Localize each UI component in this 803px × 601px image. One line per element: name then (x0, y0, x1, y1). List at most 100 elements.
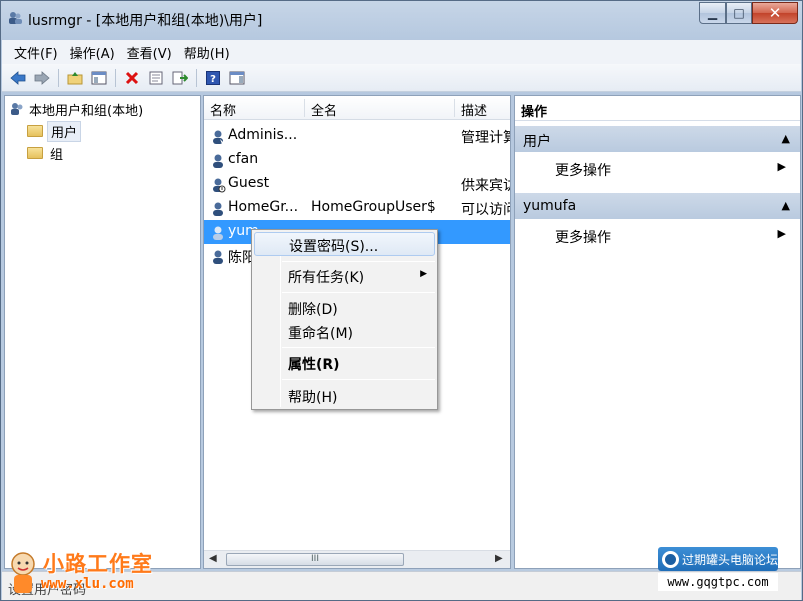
back-button[interactable] (7, 67, 29, 89)
forum-url: www.gqgtpc.com (658, 573, 778, 591)
submenu-arrow-icon: ▶ (420, 269, 427, 279)
tree-item-groups-label: 组 (50, 147, 64, 163)
folder-icon (27, 125, 43, 137)
ctx-item-label: 属性(R) (288, 357, 340, 373)
maximize-button[interactable]: □ (726, 2, 752, 24)
user-icon (213, 202, 223, 216)
mascot-logo-icon (11, 552, 35, 593)
ctx-all-tasks[interactable]: 所有任务(K) ▶ (254, 264, 435, 288)
user-icon (213, 250, 223, 264)
action-more-yumufa[interactable]: 更多操作 ▶ (515, 223, 800, 249)
watermark-right: 过期罐头电脑论坛 www.gqgtpc.com (658, 547, 778, 593)
toolbar-separator (58, 68, 59, 87)
table-row[interactable]: cfan (204, 148, 510, 172)
ctx-properties[interactable]: 属性(R) (254, 351, 435, 375)
tree-item-users[interactable]: 用户 (27, 120, 82, 142)
scroll-left-icon[interactable]: ◀ (209, 553, 217, 564)
show-action-pane-icon (229, 71, 245, 84)
ctx-item-label: 帮助(H) (288, 390, 338, 406)
action-group-users[interactable]: 用户 ▲ (515, 126, 800, 152)
minimize-icon: ▁ (707, 6, 718, 20)
export-icon (172, 71, 188, 84)
close-icon: ✕ (768, 4, 782, 22)
submenu-arrow-icon: ▶ (777, 160, 786, 173)
computer-users-icon (11, 103, 23, 115)
mmc-window: lusrmgr - [本地用户和组(本地)\用户] ▁ □ ✕ 文件(F) 操作… (0, 0, 803, 601)
ctx-item-label: 删除(D) (288, 302, 338, 318)
cell-name: Guest (228, 175, 270, 191)
column-divider[interactable] (304, 99, 305, 117)
ctx-help[interactable]: 帮助(H) (254, 384, 435, 408)
toolbar-separator (196, 68, 197, 87)
menu-help[interactable]: 帮助(H) (178, 43, 236, 62)
watermark-url: www.xlu.com (41, 576, 134, 592)
tree-item-groups[interactable]: 组 (27, 143, 63, 163)
cell-fullname: HomeGroupUser$ (311, 199, 436, 215)
action-pane: 操作 用户 ▲ 更多操作 ▶ yumufa ▲ 更多操作 ▶ (514, 95, 801, 569)
help-button[interactable]: ? (202, 67, 224, 89)
scrollbar-thumb[interactable]: III (226, 553, 404, 566)
console-tree: 本地用户和组(本地) 用户 组 (4, 95, 201, 569)
menu-action[interactable]: 操作(A) (64, 43, 121, 62)
horizontal-scrollbar[interactable]: ◀ III ▶ (204, 550, 510, 568)
folder-icon (27, 147, 43, 159)
forward-button[interactable] (31, 67, 53, 89)
ctx-separator (282, 261, 435, 262)
export-button[interactable] (169, 67, 191, 89)
forum-badge: 过期罐头电脑论坛 (658, 547, 778, 571)
maximize-icon: □ (733, 6, 745, 20)
title-bar[interactable]: lusrmgr - [本地用户和组(本地)\用户] ▁ □ ✕ (1, 1, 802, 39)
watermark-left: 小路工作室 www.xlu.com (3, 548, 163, 600)
collapse-icon[interactable]: ▲ (782, 132, 790, 145)
ctx-set-password[interactable]: 设置密码(S)... (254, 232, 435, 256)
svg-text:?: ? (210, 74, 216, 85)
ctx-separator (282, 379, 435, 380)
column-header-description[interactable]: 描述 (461, 100, 487, 119)
ctx-item-label: 重命名(M) (288, 326, 354, 342)
show-action-pane-button[interactable] (226, 67, 248, 89)
cell-name: cfan (228, 151, 259, 167)
ctx-separator (282, 292, 435, 293)
submenu-arrow-icon: ▶ (777, 227, 786, 240)
tree-root[interactable]: 本地用户和组(本地) (9, 99, 143, 119)
user-icon (213, 130, 224, 144)
column-divider[interactable] (454, 99, 455, 117)
users-app-icon (9, 12, 22, 24)
delete-button[interactable] (121, 67, 143, 89)
cell-name: HomeGr... (228, 199, 299, 215)
action-pane-title: 操作 (515, 96, 800, 121)
show-tree-button[interactable] (88, 67, 110, 89)
menu-view[interactable]: 查看(V) (121, 43, 178, 62)
action-more-users[interactable]: 更多操作 ▶ (515, 156, 800, 182)
menu-bar: 文件(F) 操作(A) 查看(V) 帮助(H) (2, 40, 801, 64)
ctx-delete[interactable]: 删除(D) (254, 296, 435, 320)
table-row[interactable]: Adminis... 管理计算 (204, 124, 510, 148)
forward-icon (34, 70, 50, 85)
cell-description: 可以访问 (461, 202, 510, 218)
properties-button[interactable] (145, 67, 167, 89)
action-group-yumufa[interactable]: yumufa ▲ (515, 193, 800, 219)
cell-description: 供来宾访 (461, 178, 510, 194)
table-row[interactable]: HomeGr... HomeGroupUser$ 可以访问 (204, 196, 510, 220)
properties-icon (149, 71, 163, 84)
column-header-fullname[interactable]: 全名 (311, 100, 337, 119)
window-title: lusrmgr - [本地用户和组(本地)\用户] (28, 13, 263, 29)
close-button[interactable]: ✕ (752, 2, 798, 24)
action-group-label: 用户 (523, 134, 551, 150)
tree-item-users-label: 用户 (47, 120, 82, 142)
action-item-label: 更多操作 (555, 163, 611, 179)
up-folder-button[interactable] (64, 67, 86, 89)
menu-file[interactable]: 文件(F) (8, 43, 64, 62)
ctx-rename[interactable]: 重命名(M) (254, 320, 435, 344)
toolbar-separator (115, 68, 116, 87)
forum-logo-icon (662, 550, 679, 568)
show-tree-icon (91, 71, 107, 84)
collapse-icon[interactable]: ▲ (782, 199, 790, 212)
table-row[interactable]: Guest 供来宾访 (204, 172, 510, 196)
scroll-right-icon[interactable]: ▶ (495, 553, 503, 564)
action-group-label: yumufa (523, 198, 577, 214)
minimize-button[interactable]: ▁ (699, 2, 726, 24)
column-header-name[interactable]: 名称 (210, 100, 236, 119)
user-icon (213, 154, 223, 168)
caption-buttons: ▁ □ ✕ (699, 2, 798, 24)
